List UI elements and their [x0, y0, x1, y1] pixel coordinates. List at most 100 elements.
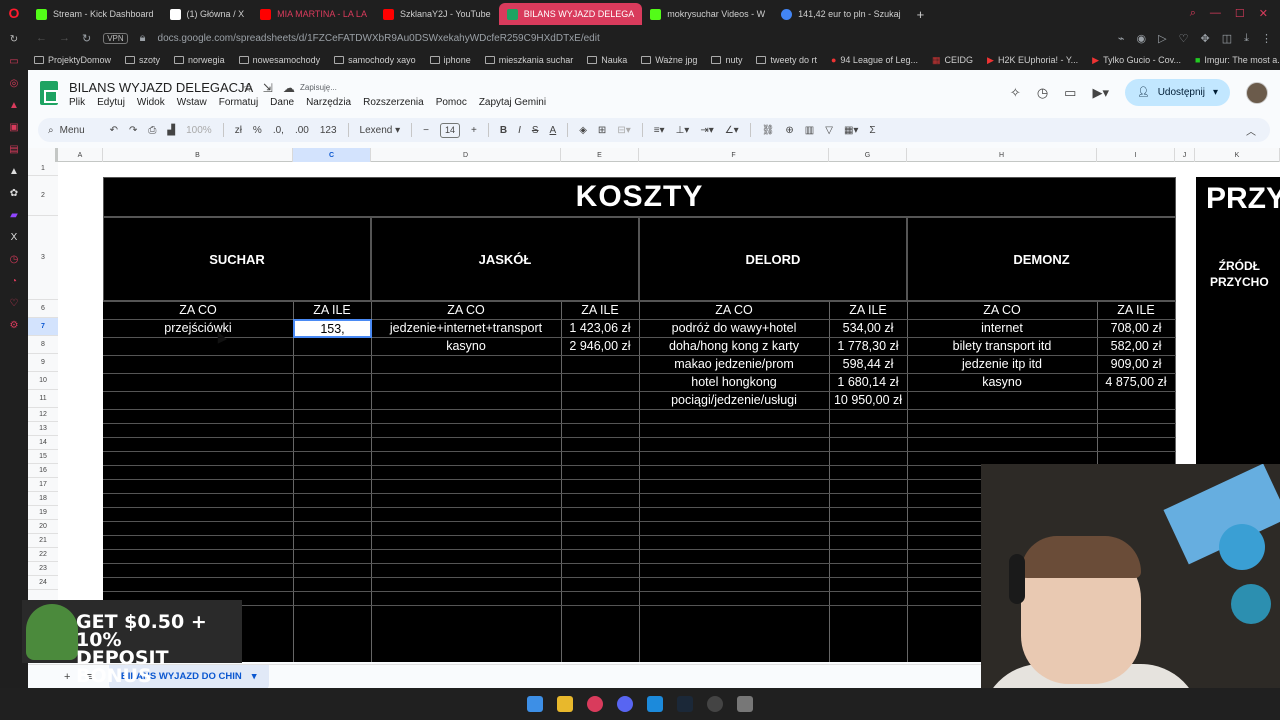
row-header[interactable]: 20	[28, 520, 58, 534]
bookmark-item[interactable]: ● 94 League of Leg...	[831, 55, 918, 65]
calculator-icon[interactable]	[737, 696, 753, 712]
currency-button[interactable]: zł	[235, 125, 242, 136]
bookmark-item[interactable]: nuty	[711, 55, 742, 65]
column-header[interactable]: J	[1175, 148, 1195, 162]
maximize-icon[interactable]: ☐	[1235, 7, 1245, 20]
redo-icon[interactable]: ↷	[129, 125, 137, 136]
row-header[interactable]: 21	[28, 534, 58, 548]
paint-format-icon[interactable]: ▟	[167, 125, 175, 136]
messenger-icon[interactable]	[647, 696, 663, 712]
borders-icon[interactable]: ⊞	[598, 125, 606, 136]
row-header-selected[interactable]: 7	[28, 318, 58, 336]
row-header[interactable]: 9	[28, 354, 58, 372]
undo-icon[interactable]: ↶	[110, 125, 118, 136]
bookmark-item[interactable]: ProjektyDomow	[34, 55, 111, 65]
row-header[interactable]: 16	[28, 464, 58, 478]
active-cell-editor[interactable]: 153,	[293, 319, 372, 338]
meet-icon[interactable]: ▶▾	[1092, 85, 1109, 101]
back-icon[interactable]: ←	[36, 32, 47, 44]
column-header[interactable]: I	[1097, 148, 1175, 162]
cell-delord-amount[interactable]: 10 950,00 zł	[829, 391, 907, 409]
music-icon[interactable]: ▣	[9, 122, 18, 133]
obs-icon[interactable]	[707, 696, 723, 712]
link-icon[interactable]: ⛓	[762, 125, 775, 136]
vk-icon[interactable]: ◎	[10, 78, 19, 89]
cell-delord-what[interactable]: pociągi/jedzenie/usługi	[639, 391, 829, 409]
font-size-input[interactable]: 14	[440, 122, 461, 138]
comment-add-icon[interactable]: ⊕	[785, 125, 793, 136]
avatar[interactable]	[1246, 81, 1268, 104]
browser-tab[interactable]: (1) Główna / X	[162, 3, 253, 25]
x-icon[interactable]: X	[11, 232, 18, 243]
share-button[interactable]: 👤︎ Udostępnij ▾	[1125, 79, 1230, 106]
column-header[interactable]: F	[639, 148, 829, 162]
cell-demonz-amount[interactable]: 582,00 zł	[1097, 337, 1175, 355]
new-tab-button[interactable]: +	[909, 3, 933, 25]
sheets-logo-icon[interactable]	[40, 81, 58, 105]
search-icon[interactable]: ⌕	[1190, 7, 1196, 20]
history-icon[interactable]: ◷	[1037, 85, 1048, 101]
shop-icon[interactable]: ▲	[9, 100, 19, 111]
row-header[interactable]: 24	[28, 576, 58, 590]
heart-icon[interactable]: ♡	[1179, 32, 1189, 45]
zoom-select[interactable]: 100%	[186, 125, 212, 136]
twitch-icon[interactable]: ▰	[10, 210, 18, 221]
italic-button[interactable]: I	[518, 125, 521, 136]
cell-delord-what[interactable]: makao jedzenie/prom	[639, 355, 829, 373]
bookmark-item[interactable]: ■ Imgur: The most a...	[1195, 55, 1280, 65]
row-header[interactable]: 18	[28, 492, 58, 506]
cell-jaskol-amount[interactable]: 1 423,06 zł	[561, 319, 639, 337]
bookmark-item[interactable]: tweety do rt	[756, 55, 817, 65]
add-sheet-icon[interactable]: +	[64, 671, 70, 683]
text-color-button[interactable]: A	[550, 125, 557, 136]
opera-icon[interactable]	[587, 696, 603, 712]
bookmark-icon[interactable]: ▭	[9, 56, 18, 67]
windows-start-icon[interactable]	[527, 696, 543, 712]
cloud-icon[interactable]: ☁	[283, 81, 295, 95]
cell-demonz-what[interactable]: bilety transport itd	[907, 337, 1097, 355]
chart-icon[interactable]: ▥	[805, 125, 814, 136]
forward-icon[interactable]: →	[59, 32, 70, 44]
bookmark-item[interactable]: nowesamochody	[238, 55, 320, 65]
bookmark-item[interactable]: norwegia	[174, 55, 225, 65]
increase-decimal-button[interactable]: .00	[295, 125, 309, 136]
column-header[interactable]: E	[561, 148, 639, 162]
row-header[interactable]: 13	[28, 422, 58, 436]
cell-jaskol-what[interactable]: jedzenie+internet+transport	[371, 319, 561, 337]
menu-help[interactable]: Pomoc	[436, 97, 467, 108]
row-header[interactable]: 19	[28, 506, 58, 520]
decrease-font-icon[interactable]: −	[423, 125, 429, 136]
strikethrough-button[interactable]: S	[532, 125, 539, 136]
vertical-align-icon[interactable]: ⊥▾	[676, 125, 690, 136]
url-field[interactable]: docs.google.com/spreadsheets/d/1FZCeFATD…	[158, 33, 600, 44]
pin-icon[interactable]: ⌁	[1118, 32, 1125, 45]
reload-icon[interactable]: ↻	[82, 32, 91, 45]
cell-demonz-what[interactable]: kasyno	[907, 373, 1097, 391]
menu-view[interactable]: Widok	[137, 97, 165, 108]
bookmark-item[interactable]: ▶ H2K EUphoria! - Y...	[987, 55, 1078, 66]
file-explorer-icon[interactable]	[557, 696, 573, 712]
browser-tab[interactable]: Stream - Kick Dashboard	[28, 3, 162, 25]
browser-tab[interactable]: mokrysuchar Videos - W	[642, 3, 773, 25]
print-icon[interactable]: ⎙	[148, 125, 156, 136]
menu-format[interactable]: Formatuj	[219, 97, 258, 108]
column-header[interactable]: H	[907, 148, 1097, 162]
browser-tab-active[interactable]: BILANS WYJAZD DELEGA	[498, 3, 643, 25]
horizontal-align-icon[interactable]: ≡▾	[654, 125, 665, 136]
row-header[interactable]: 14	[28, 436, 58, 450]
cell-demonz-what[interactable]: internet	[907, 319, 1097, 337]
cell-delord-amount[interactable]: 1 680,14 zł	[829, 373, 907, 391]
percent-button[interactable]: %	[253, 125, 262, 136]
row-header[interactable]: 15	[28, 450, 58, 464]
column-header[interactable]: D	[371, 148, 561, 162]
menu-icon[interactable]: ⋮	[1261, 32, 1272, 45]
play-icon[interactable]: ▷	[1158, 32, 1166, 45]
number-format-button[interactable]: 123	[320, 125, 337, 136]
filter-icon[interactable]: ▽	[825, 125, 833, 136]
chatgpt-icon[interactable]: ✿	[10, 188, 18, 199]
row-header[interactable]: 3	[28, 216, 58, 300]
functions-button[interactable]: Σ	[869, 125, 875, 136]
bookmark-item[interactable]: Ważne jpg	[641, 55, 697, 65]
header-za-co[interactable]: ZA CO	[639, 301, 829, 319]
text-rotate-icon[interactable]: ∠▾	[725, 125, 739, 136]
